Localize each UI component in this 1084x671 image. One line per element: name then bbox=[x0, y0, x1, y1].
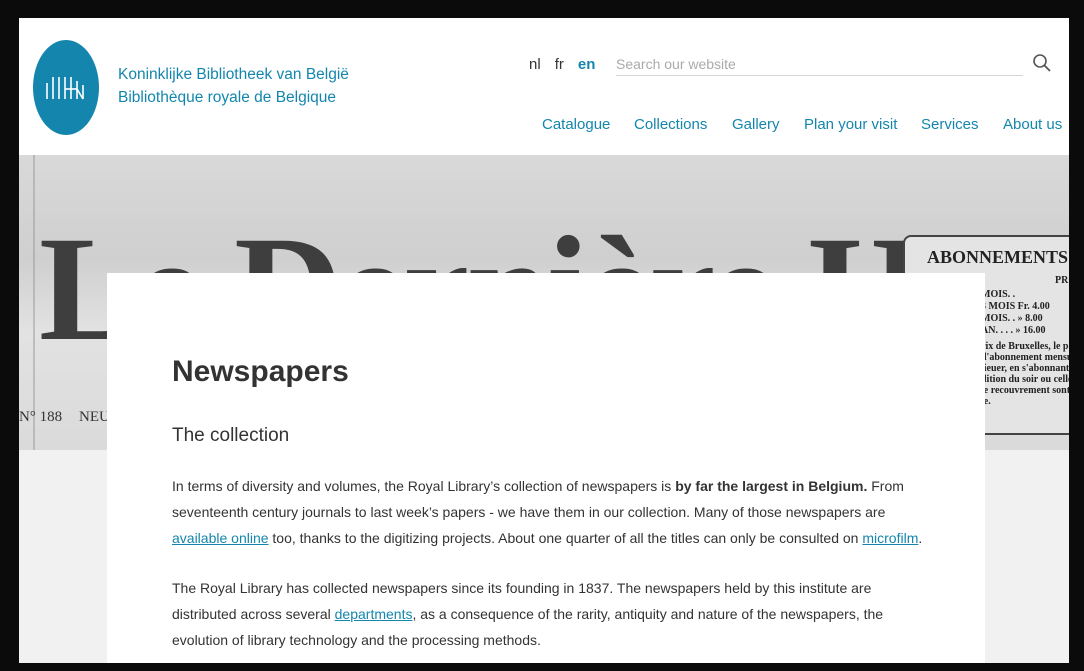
nav-plan-your-visit[interactable]: Plan your visit bbox=[804, 116, 897, 133]
nav-collections[interactable]: Collections bbox=[634, 116, 707, 133]
available-online-link[interactable]: available online bbox=[172, 530, 269, 546]
lang-nl[interactable]: nl bbox=[529, 56, 541, 73]
content-card: Newspapers The collection In terms of di… bbox=[107, 273, 985, 663]
abon-line: PROVINCE bbox=[1055, 275, 1069, 286]
abon-line: le recouvrement sont à bbox=[981, 385, 1069, 396]
paragraph-collection: In terms of diversity and volumes, the R… bbox=[172, 473, 932, 551]
brand-name-nl: Koninklijke Bibliotheek van België bbox=[118, 66, 349, 83]
abon-line: MOIS. . bbox=[981, 289, 1016, 300]
abon-line: lieuer, en s'abonnant, si bbox=[981, 363, 1069, 374]
abon-line: AN. . . . » 16.00 bbox=[981, 325, 1046, 336]
nav-gallery[interactable]: Gallery bbox=[732, 116, 780, 133]
site-header: Koninklijke Bibliotheek van België Bibli… bbox=[19, 18, 1069, 155]
lang-fr[interactable]: fr bbox=[555, 56, 564, 73]
section-heading: The collection bbox=[172, 425, 290, 446]
microfilm-link[interactable]: microfilm bbox=[862, 530, 918, 546]
lang-en[interactable]: en bbox=[578, 56, 596, 73]
browser-viewport: Koninklijke Bibliotheek van België Bibli… bbox=[19, 18, 1069, 663]
main-nav: Catalogue Collections Gallery Plan your … bbox=[19, 116, 1069, 138]
paragraph-history: The Royal Library has collected newspape… bbox=[172, 575, 932, 653]
nav-about-us[interactable]: About us bbox=[1003, 116, 1062, 133]
search-input[interactable]: Search our website bbox=[616, 54, 1023, 76]
emphasis-text: by far the largest in Belgium. bbox=[675, 478, 868, 494]
abon-line: rix de Bruxelles, le port bbox=[981, 341, 1069, 352]
logo-bars-icon bbox=[46, 76, 84, 99]
text: too, thanks to the digitizing projects. … bbox=[268, 530, 863, 546]
issue-number: N° 188 bbox=[19, 409, 63, 425]
abon-line: MOIS. . » 8.00 bbox=[981, 313, 1043, 324]
nav-services[interactable]: Services bbox=[921, 116, 979, 133]
abon-line: 3 MOIS Fr. 4.00 bbox=[981, 301, 1050, 312]
abonnements-title: ABONNEMENTS bbox=[927, 247, 1069, 267]
language-switcher: nl fr en bbox=[529, 56, 595, 73]
brand-name-fr: Bibliothèque royale de Belgique bbox=[118, 89, 337, 106]
abon-line: dition du soir ou celle du bbox=[981, 374, 1069, 385]
abon-line: d'abonnement mensuel. bbox=[981, 352, 1069, 363]
brand-name[interactable]: Koninklijke Bibliotheek van België Bibli… bbox=[118, 63, 349, 109]
departments-link[interactable]: departments bbox=[335, 606, 413, 622]
nav-catalogue[interactable]: Catalogue bbox=[542, 116, 610, 133]
page-title: Newspapers bbox=[172, 355, 349, 388]
text: . bbox=[918, 530, 923, 546]
newspaper-neu-text: NEU bbox=[79, 409, 110, 425]
search-icon[interactable] bbox=[1031, 52, 1053, 74]
text: In terms of diversity and volumes, the R… bbox=[172, 478, 676, 494]
